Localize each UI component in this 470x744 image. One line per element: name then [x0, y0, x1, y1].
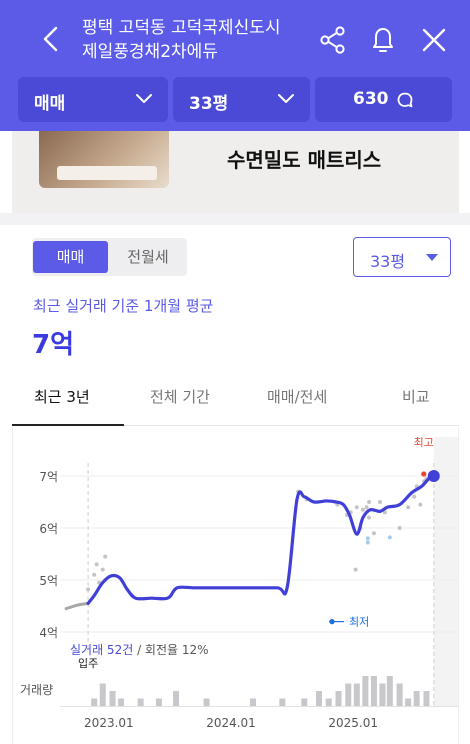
- transaction-point: [86, 587, 91, 592]
- transaction-point: [397, 526, 402, 530]
- volume-bar: [279, 698, 286, 706]
- low-marker: [329, 619, 335, 625]
- volume-bar: [353, 683, 360, 706]
- section-divider: [0, 213, 470, 225]
- period-tabs: 최근 3년 전체 기간 매매/전세 비교: [12, 376, 459, 426]
- deal-type-label: 매매: [34, 94, 66, 114]
- mattress-photo: [39, 131, 169, 188]
- volume-bar: [423, 691, 430, 706]
- share-icon[interactable]: [318, 25, 348, 55]
- banner-text: 수면밀도 매트리스: [227, 148, 382, 172]
- price-line: [86, 474, 436, 605]
- transaction-point: [94, 562, 99, 567]
- volume-label: 거래량: [20, 683, 53, 697]
- size-select-label: 33평: [370, 252, 406, 271]
- volume-bar: [345, 683, 352, 706]
- latest-price-marker: [427, 470, 440, 482]
- volume-bar: [118, 698, 125, 706]
- volume-bar: [405, 698, 412, 706]
- active-tab-indicator: [12, 424, 124, 426]
- tab-sale-vs-rent[interactable]: 매매/전세: [267, 386, 327, 407]
- y-tick-label: 6억: [39, 522, 58, 536]
- transaction-point: [100, 567, 105, 572]
- close-icon[interactable]: [419, 25, 449, 55]
- transaction-point: [364, 505, 369, 510]
- volume-bar: [379, 683, 386, 706]
- stats-count: 실거래 52건: [70, 643, 133, 657]
- deal-type-dropdown[interactable]: 매매: [18, 77, 168, 122]
- x-tick-label: 2024.01: [206, 716, 256, 730]
- transaction-point: [367, 500, 372, 504]
- volume-bar: [155, 698, 162, 706]
- volume-bar: [137, 698, 144, 706]
- chevron-down-icon: [278, 94, 294, 103]
- y-tick-label: 5억: [39, 574, 58, 588]
- pre-move-in-line: [64, 601, 90, 611]
- comment-count: 630: [353, 89, 389, 109]
- average-label: 최근 실거래 기준 1개월 평균: [33, 297, 214, 315]
- move-in-label: 입주: [78, 657, 98, 670]
- segment-rent[interactable]: 전월세: [112, 241, 184, 273]
- y-tick-label: 7억: [39, 470, 58, 484]
- price-chart[interactable]: 7억6억5억4억최고최저실거래 52건 / 회전율 12%입주거래량2023.0…: [0, 427, 470, 744]
- volume-bar: [386, 676, 393, 706]
- x-tick-label: 2023.01: [84, 716, 134, 730]
- chevron-down-icon: [136, 94, 152, 103]
- page-title: 평택 고덕동 고덕국제신도시 제일풍경채2차에듀: [82, 16, 312, 64]
- triangle-down-icon: [426, 254, 438, 261]
- stats-turnover: / 회전율 12%: [133, 643, 208, 657]
- transaction-point: [418, 502, 423, 507]
- tab-recent-3y[interactable]: 최근 3년: [34, 386, 90, 407]
- ad-banner[interactable]: 수면밀도 매트리스: [12, 131, 459, 213]
- volume-bar: [91, 698, 98, 706]
- average-value: 7억: [32, 330, 75, 360]
- high-marker: [421, 471, 427, 477]
- transaction-point: [354, 505, 359, 510]
- volume-bar: [173, 691, 180, 706]
- low-label: 최저: [349, 616, 369, 629]
- transaction-point: [406, 505, 411, 510]
- volume-bar: [335, 691, 342, 706]
- x-tick-label: 2025.01: [328, 716, 378, 730]
- volume-bar: [315, 691, 322, 706]
- back-arrow-icon[interactable]: [38, 24, 64, 54]
- transaction-point: [360, 507, 365, 512]
- title-line-2: 제일풍경채2차에듀: [82, 42, 218, 62]
- deal-segment-control: 매매 전월세: [32, 238, 187, 276]
- size-select[interactable]: 33평: [353, 237, 451, 277]
- tab-all-period[interactable]: 전체 기간: [150, 386, 210, 407]
- volume-bar: [396, 683, 403, 706]
- tab-compare[interactable]: 비교: [402, 386, 430, 407]
- size-dropdown[interactable]: 33평: [173, 77, 310, 122]
- volume-bar: [203, 698, 210, 706]
- volume-bar: [362, 676, 369, 706]
- volume-bar: [325, 698, 332, 706]
- transaction-stats: 실거래 52건 / 회전율 12%: [70, 643, 209, 657]
- high-label: 최고: [414, 436, 434, 449]
- transaction-point: [371, 531, 376, 536]
- volume-bar: [370, 676, 377, 706]
- transaction-point: [367, 515, 372, 520]
- segment-sale[interactable]: 매매: [33, 241, 108, 273]
- transaction-point: [103, 554, 108, 559]
- bell-icon[interactable]: [368, 25, 398, 55]
- size-label: 33평: [189, 94, 229, 114]
- volume-bar: [301, 698, 308, 706]
- volume-bar: [413, 691, 420, 706]
- chat-bubble-icon: [397, 92, 413, 108]
- app-header: 평택 고덕동 고덕국제신도시 제일풍경채2차에듀 매매 33평 630: [0, 0, 470, 131]
- transaction-point: [365, 540, 370, 545]
- transaction-point: [365, 536, 370, 541]
- transaction-point: [378, 500, 383, 504]
- transaction-point: [412, 494, 417, 499]
- volume-bar: [109, 691, 116, 706]
- title-line-1: 평택 고덕동 고덕국제신도시: [82, 18, 281, 38]
- volume-bar: [99, 683, 106, 706]
- y-tick-label: 4억: [39, 626, 58, 640]
- volume-bar: [250, 698, 257, 706]
- transaction-point: [387, 535, 392, 540]
- transaction-point: [92, 572, 97, 577]
- comments-button[interactable]: 630: [315, 77, 452, 122]
- transaction-point: [353, 567, 358, 572]
